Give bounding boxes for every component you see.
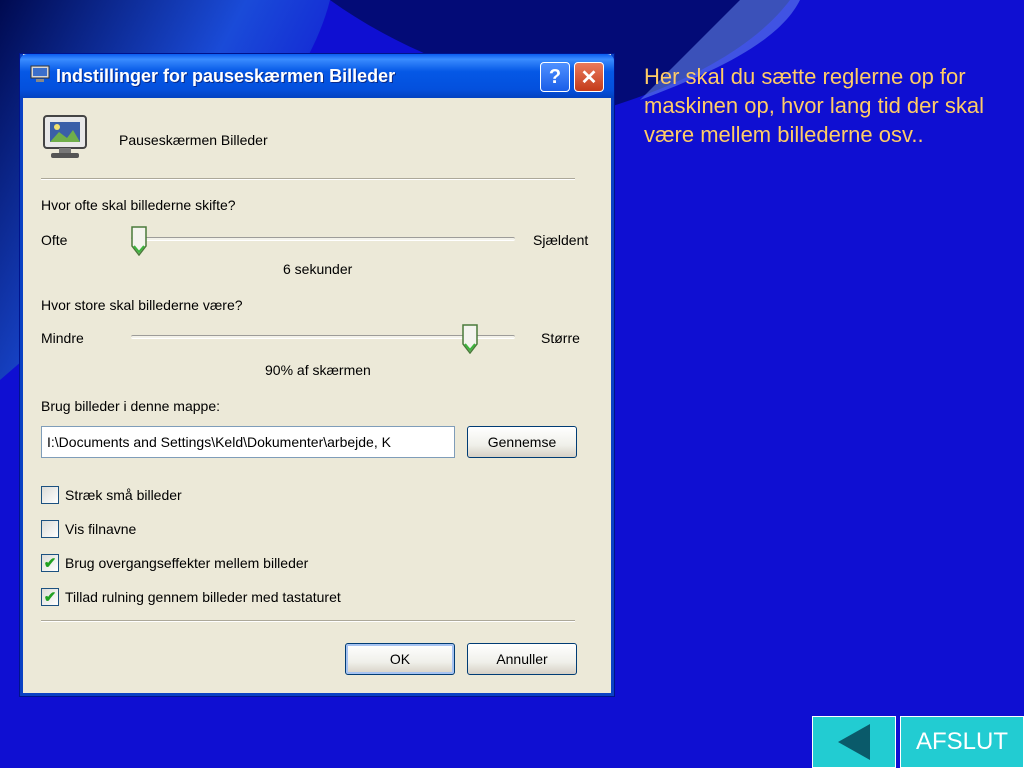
monitor-icon: [30, 65, 50, 82]
size-min-label: Mindre: [41, 330, 84, 346]
help-button[interactable]: ?: [540, 62, 570, 92]
size-value-text: 90% af skærmen: [265, 362, 371, 378]
option-checkbox[interactable]: ✔: [41, 554, 59, 572]
size-max-label: Større: [541, 330, 580, 346]
close-button[interactable]: ✕: [574, 62, 604, 92]
option-label[interactable]: Vis filnavne: [65, 521, 136, 537]
option-checkbox[interactable]: [41, 486, 59, 504]
picture-size-slider[interactable]: [131, 335, 515, 339]
change-value-text: 6 sekunder: [283, 261, 353, 277]
screensaver-monitor-icon: [43, 115, 87, 158]
separator: [41, 620, 575, 622]
left-triangle-icon: [838, 724, 870, 760]
ok-button[interactable]: OK: [345, 643, 455, 675]
dialog-content: Pauseskærmen Billeder Hvor ofte skal bil…: [23, 98, 611, 693]
separator: [41, 178, 575, 180]
instruction-text: Her skal du sætte reglerne op for maskin…: [644, 64, 984, 147]
checkmark-icon: ✔: [43, 554, 57, 572]
cancel-button[interactable]: Annuller: [467, 643, 577, 675]
exit-button[interactable]: AFSLUT: [900, 716, 1024, 768]
option-label[interactable]: Tillad rulning gennem billeder med tasta…: [65, 589, 341, 605]
dialog-title: Indstillinger for pauseskærmen Billeder: [56, 66, 396, 86]
checkmark-icon: ✔: [43, 588, 57, 606]
change-min-label: Ofte: [41, 232, 68, 248]
title-bar[interactable]: Indstillinger for pauseskærmen Billeder …: [20, 54, 614, 98]
folder-label: Brug billeder i denne mappe:: [41, 398, 221, 414]
folder-path-field[interactable]: I:\Documents and Settings\Keld\Dokumente…: [41, 426, 455, 458]
screensaver-name: Pauseskærmen Billeder: [119, 132, 268, 148]
browse-button[interactable]: Gennemse: [467, 426, 577, 458]
picture-size-slider-thumb[interactable]: [462, 324, 478, 354]
option-checkbox[interactable]: [41, 520, 59, 538]
screensaver-settings-dialog: Indstillinger for pauseskærmen Billeder …: [20, 54, 614, 696]
change-interval-slider[interactable]: [131, 237, 515, 241]
option-label[interactable]: Stræk små billeder: [65, 487, 182, 503]
option-checkbox[interactable]: ✔: [41, 588, 59, 606]
change-question-label: Hvor ofte skal billederne skifte?: [41, 197, 236, 213]
option-label[interactable]: Brug overgangseffekter mellem billeder: [65, 555, 308, 571]
change-max-label: Sjældent: [533, 232, 589, 248]
change-interval-slider-thumb[interactable]: [131, 226, 147, 256]
back-button[interactable]: [812, 716, 896, 768]
size-question-label: Hvor store skal billederne være?: [41, 297, 243, 313]
